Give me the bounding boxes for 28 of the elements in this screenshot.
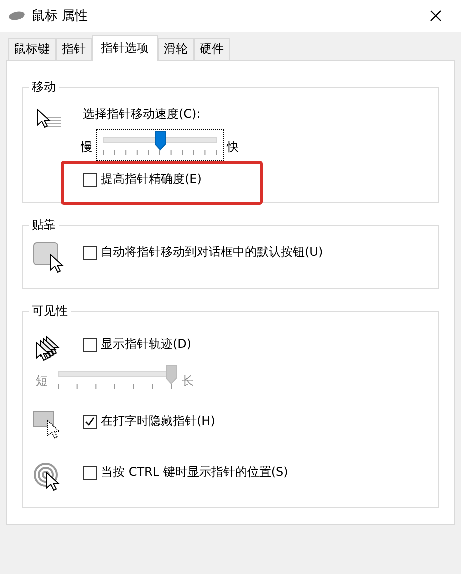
group-title: 移动	[31, 79, 57, 96]
slider-max-label: 长	[182, 374, 194, 388]
window-title: 鼠标 属性	[32, 8, 90, 25]
checkbox[interactable]	[83, 172, 97, 186]
checkbox[interactable]	[83, 338, 97, 352]
checkbox[interactable]	[83, 414, 97, 428]
group-title: 可见性	[31, 303, 69, 320]
slider-thumb[interactable]	[155, 131, 166, 151]
checkbox-label[interactable]: 当按 CTRL 键时显示指针的位置(S)	[101, 464, 288, 481]
tab[interactable]: 硬件	[194, 38, 230, 60]
slider[interactable]	[96, 129, 224, 161]
slider-max-label: 快	[227, 140, 239, 154]
checkbox-label[interactable]: 提高指针精确度(E)	[101, 171, 202, 188]
tab[interactable]: 滑轮	[158, 38, 194, 60]
checkbox-label[interactable]: 显示指针轨迹(D)	[101, 336, 192, 353]
group-title: 贴靠	[31, 217, 57, 234]
speed-label: 选择指针移动速度(C):	[83, 106, 202, 123]
slider-min-label: 短	[36, 374, 48, 388]
close-icon	[430, 10, 442, 22]
checkbox-label[interactable]: 在打字时隐藏指针(H)	[101, 413, 216, 430]
checkbox[interactable]	[83, 466, 97, 480]
slider-min-label: 慢	[81, 140, 93, 154]
tab[interactable]: 鼠标键	[8, 38, 56, 60]
checkbox-label[interactable]: 自动将指针移动到对话框中的默认按钮(U)	[101, 244, 324, 261]
tab[interactable]: 指针	[56, 38, 92, 60]
tab[interactable]: 指针选项	[92, 35, 158, 61]
mouse-icon	[8, 11, 26, 21]
checkbox[interactable]	[83, 246, 97, 260]
